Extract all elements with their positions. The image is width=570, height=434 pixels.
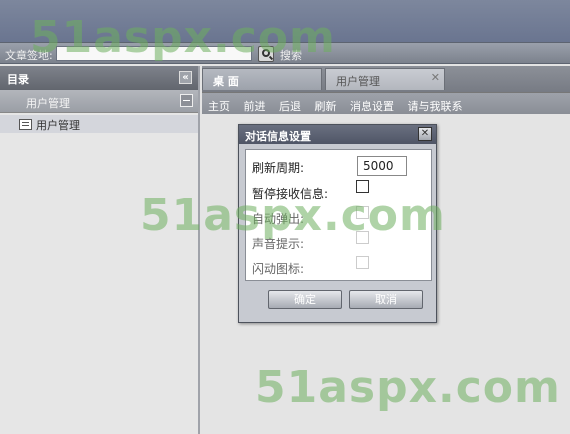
cancel-button[interactable]: 取消 <box>349 290 423 309</box>
toolbar-message-settings[interactable]: 消息设置 <box>350 100 394 113</box>
tab-desktop[interactable]: 桌 面 <box>202 68 322 90</box>
sidebar-group-label: 用户管理 <box>26 97 70 110</box>
sidebar-title: 目录 <box>7 73 29 86</box>
close-icon[interactable]: ✕ <box>431 71 440 84</box>
sidebar-header: 目录 « <box>0 66 198 90</box>
collapse-group-icon[interactable] <box>180 94 193 107</box>
watermark-middle: 51aspx.com <box>140 190 446 241</box>
refresh-period-label: 刷新周期: <box>252 161 305 175</box>
toolbar-forward[interactable]: 前进 <box>244 100 266 113</box>
sidebar: 目录 « 用户管理 用户管理 <box>0 66 200 434</box>
toolbar-home[interactable]: 主页 <box>208 100 230 113</box>
toolbar-contact[interactable]: 请与我联系 <box>408 100 463 113</box>
toolbar: 主页 前进 后退 刷新 消息设置 请与我联系 <box>202 92 570 114</box>
ok-button[interactable]: 确定 <box>268 290 342 309</box>
toolbar-back[interactable]: 后退 <box>279 100 301 113</box>
flash-icon-checkbox[interactable] <box>356 256 369 269</box>
sidebar-item-label: 用户管理 <box>36 119 80 132</box>
watermark-top: 51aspx.com <box>30 12 336 63</box>
form-icon <box>19 119 32 130</box>
collapse-sidebar-icon[interactable]: « <box>179 71 192 84</box>
sidebar-group-users[interactable]: 用户管理 <box>0 90 198 113</box>
tab-users-label: 用户管理 <box>336 75 380 88</box>
tab-desktop-label: 桌 面 <box>213 75 239 88</box>
refresh-period-input[interactable]: 5000 <box>357 156 407 176</box>
dialog-close-icon[interactable]: ✕ <box>418 127 432 141</box>
tab-strip: 桌 面 用户管理 ✕ <box>202 66 570 92</box>
toolbar-refresh[interactable]: 刷新 <box>315 100 337 113</box>
dialog-title: 对话信息设置 <box>245 130 311 143</box>
sidebar-item-user-management[interactable]: 用户管理 <box>0 115 198 133</box>
watermark-bottom: 51aspx.com <box>255 362 561 413</box>
flash-icon-label: 闪动图标: <box>252 262 305 276</box>
dialog-titlebar: 对话信息设置 ✕ <box>239 125 436 144</box>
tab-user-management[interactable]: 用户管理 ✕ <box>325 68 445 90</box>
